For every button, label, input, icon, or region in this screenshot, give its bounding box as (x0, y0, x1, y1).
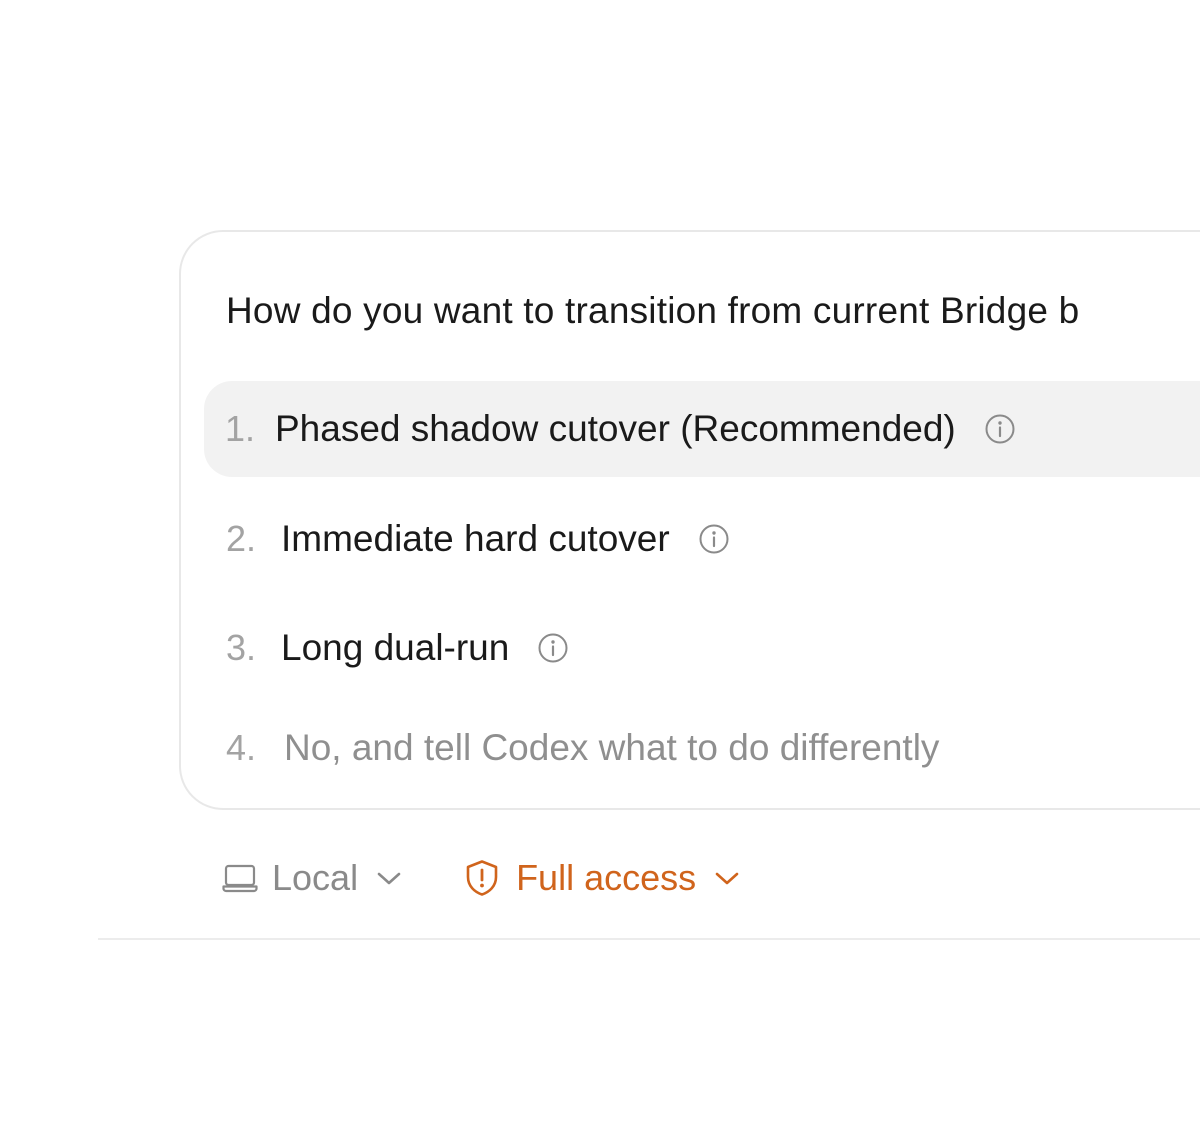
option-long-dual-run[interactable]: 3. Long dual-run (204, 600, 1200, 696)
option-number: 4. (226, 727, 257, 768)
option-number: 1. (225, 408, 256, 449)
shield-alert-icon (464, 859, 500, 897)
access-label: Full access (516, 857, 697, 898)
chevron-down-icon (376, 868, 402, 888)
info-icon[interactable] (984, 413, 1016, 445)
option-label: Long dual-run (281, 627, 510, 668)
info-icon[interactable] (537, 632, 569, 664)
option-tell-codex-differently[interactable]: 4. No, and tell Codex what to do differe… (204, 700, 1200, 796)
environment-selector[interactable]: Local (222, 857, 402, 899)
option-immediate-hard-cutover[interactable]: 2. Immediate hard cutover (204, 491, 1200, 587)
access-selector[interactable]: Full access (464, 857, 740, 899)
composer-footer: Local Full access (222, 850, 740, 906)
question-text: How do you want to transition from curre… (226, 290, 1080, 331)
chevron-down-icon (714, 868, 740, 888)
page: How do you want to transition from curre… (0, 0, 1200, 1124)
laptop-icon (222, 863, 258, 893)
option-phased-shadow-cutover[interactable]: 1. Phased shadow cutover (Recommended) (204, 381, 1200, 477)
info-icon[interactable] (698, 523, 730, 555)
divider (98, 938, 1200, 940)
option-number: 3. (226, 627, 257, 668)
option-label: No, and tell Codex what to do differentl… (284, 727, 940, 768)
option-number: 2. (226, 518, 257, 559)
environment-label: Local (272, 857, 359, 898)
option-label: Immediate hard cutover (281, 518, 670, 559)
option-label: Phased shadow cutover (Recommended) (275, 408, 956, 449)
